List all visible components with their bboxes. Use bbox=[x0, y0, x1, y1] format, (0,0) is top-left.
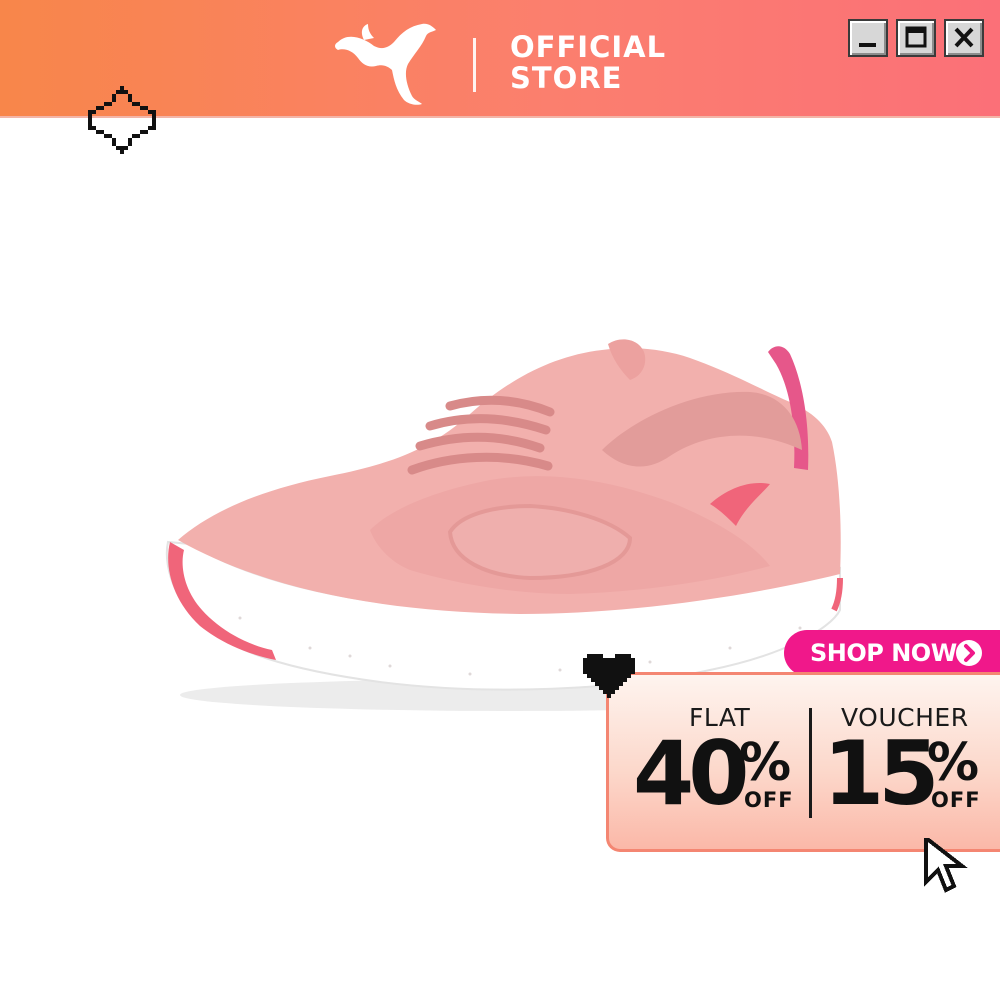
chevron-right-icon bbox=[964, 644, 975, 662]
store-label-line2: STORE bbox=[510, 61, 623, 95]
voucher-percent: % bbox=[927, 733, 980, 793]
flat-discount-off: OFF bbox=[744, 788, 794, 812]
maximize-button[interactable] bbox=[896, 19, 936, 57]
shop-now-button[interactable]: SHOP NOW bbox=[784, 630, 1000, 676]
pixel-sparkle-icon bbox=[88, 86, 156, 154]
maximize-icon bbox=[905, 26, 927, 48]
close-button[interactable] bbox=[944, 19, 984, 57]
shop-now-label: SHOP NOW bbox=[810, 639, 957, 667]
window-controls bbox=[848, 19, 986, 59]
arrow-circle bbox=[956, 640, 982, 666]
close-icon bbox=[954, 27, 974, 48]
flat-discount-percent: % bbox=[739, 733, 792, 793]
promo-card: FLAT 40 % OFF VOUCHER 15 % OFF bbox=[606, 672, 1000, 852]
puma-logo-icon bbox=[335, 23, 436, 105]
promo-divider bbox=[809, 708, 812, 818]
voucher-off: OFF bbox=[931, 788, 981, 812]
voucher-value: 15 bbox=[823, 722, 939, 825]
minimize-icon bbox=[859, 43, 876, 47]
store-label-line1: OFFICIAL bbox=[510, 30, 667, 64]
product-sneaker-image bbox=[165, 339, 843, 711]
pixel-cursor-icon bbox=[924, 838, 968, 893]
pixel-heart-icon bbox=[583, 654, 635, 698]
minimize-button[interactable] bbox=[848, 19, 888, 57]
header-divider bbox=[473, 38, 476, 92]
flat-discount-value: 40 bbox=[633, 722, 749, 825]
official-store-label: OFFICIAL STORE bbox=[510, 32, 690, 94]
